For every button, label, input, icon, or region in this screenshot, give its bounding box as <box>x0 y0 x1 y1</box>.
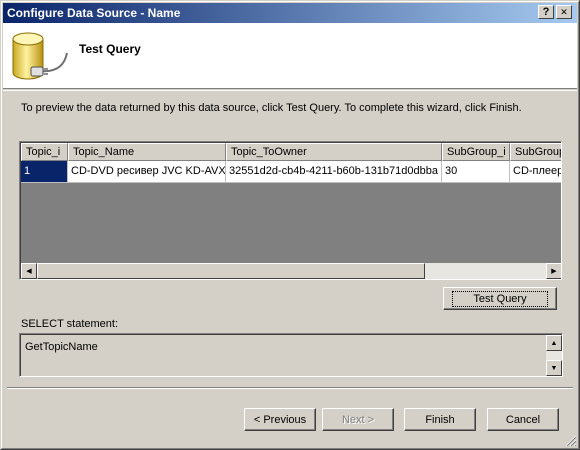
select-statement-text: GetTopicName <box>25 341 98 353</box>
vertical-scrollbar[interactable]: ▲ ▼ <box>546 335 562 376</box>
grid-cell[interactable]: 1 <box>21 161 68 183</box>
resize-grip-icon[interactable] <box>565 435 577 447</box>
cancel-button[interactable]: Cancel <box>487 408 559 431</box>
next-button: Next > <box>322 408 394 431</box>
scroll-down-icon: ▼ <box>550 364 558 372</box>
finish-label: Finish <box>425 413 455 426</box>
footer-divider <box>7 387 573 389</box>
column-header-subgroup-i[interactable]: SubGroup_i <box>442 143 510 161</box>
scroll-right-button[interactable]: ▶ <box>546 263 561 279</box>
cancel-label: Cancel <box>505 413 541 426</box>
scroll-up-icon: ▲ <box>550 339 558 347</box>
select-statement-label: SELECT statement: <box>21 318 119 330</box>
column-header-topic-i[interactable]: Topic_i <box>21 143 68 161</box>
horizontal-scrollbar[interactable]: ◀ ▶ <box>21 263 561 279</box>
finish-button[interactable]: Finish <box>404 408 476 431</box>
intro-text: To preview the data returned by this dat… <box>21 102 522 114</box>
scroll-down-button[interactable]: ▼ <box>546 360 562 376</box>
column-header-topic-name[interactable]: Topic_Name <box>68 143 226 161</box>
grid-cell[interactable]: CD-плеера <box>510 161 561 183</box>
page-title: Test Query <box>79 42 141 56</box>
close-button[interactable]: ✕ <box>556 5 572 19</box>
title-bar[interactable]: Configure Data Source - Name ? ✕ <box>3 3 577 23</box>
results-grid[interactable]: Topic_i Topic_Name Topic_ToOwner SubGrou… <box>19 141 562 280</box>
database-connect-icon <box>12 32 68 80</box>
scroll-up-button[interactable]: ▲ <box>546 335 562 351</box>
grid-cell[interactable]: 30 <box>442 161 510 183</box>
help-button[interactable]: ? <box>538 5 554 19</box>
grid-cell[interactable]: 32551d2d-cb4b-4211-b60b-131b71d0dbba <box>226 161 442 183</box>
scroll-right-icon: ▶ <box>551 267 557 275</box>
dialog-window: Configure Data Source - Name ? ✕ Test Qu <box>0 0 580 450</box>
column-header-subgroup[interactable]: SubGroup <box>510 143 561 161</box>
previous-label: < Previous <box>253 413 307 426</box>
scroll-left-icon: ◀ <box>26 267 32 275</box>
wizard-header: Test Query <box>3 23 577 89</box>
window-title: Configure Data Source - Name <box>7 6 181 20</box>
scroll-thumb[interactable] <box>37 263 425 279</box>
test-query-button[interactable]: Test Query <box>443 287 557 310</box>
previous-button[interactable]: < Previous <box>244 408 316 431</box>
next-label: Next > <box>341 413 375 426</box>
help-icon: ? <box>542 5 550 18</box>
close-icon: ✕ <box>560 6 568 17</box>
select-statement-box[interactable]: GetTopicName ▲ ▼ <box>19 333 563 377</box>
scroll-left-button[interactable]: ◀ <box>21 263 37 279</box>
test-query-label: Test Query <box>452 290 548 307</box>
column-header-topic-toowner[interactable]: Topic_ToOwner <box>226 143 442 161</box>
grid-cell[interactable]: CD-DVD ресивер JVC KD-AVX1 <box>68 161 226 183</box>
